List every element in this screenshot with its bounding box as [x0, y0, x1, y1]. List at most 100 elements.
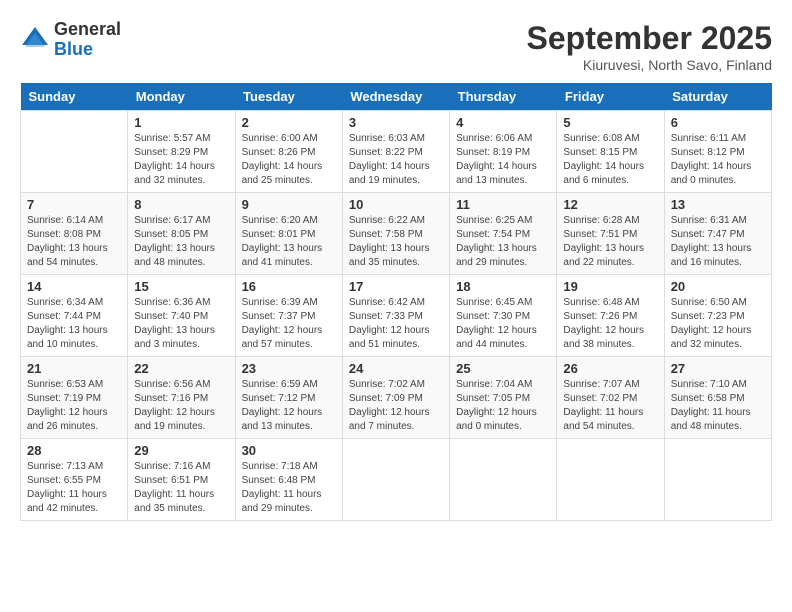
day-number: 5	[563, 115, 657, 130]
day-info: Sunrise: 6:00 AM Sunset: 8:26 PM Dayligh…	[242, 132, 336, 188]
day-info: Sunrise: 7:13 AM Sunset: 6:55 PM Dayligh…	[27, 460, 121, 516]
day-number: 29	[134, 443, 228, 458]
calendar-table: SundayMondayTuesdayWednesdayThursdayFrid…	[20, 83, 772, 521]
calendar-cell	[21, 111, 128, 193]
header: General Blue September 2025 Kiuruvesi, N…	[20, 20, 772, 73]
day-info: Sunrise: 6:25 AM Sunset: 7:54 PM Dayligh…	[456, 214, 550, 270]
calendar-week-row: 14 Sunrise: 6:34 AM Sunset: 7:44 PM Dayli…	[21, 275, 772, 357]
day-number: 26	[563, 361, 657, 376]
calendar-cell: 6 Sunrise: 6:11 AM Sunset: 8:12 PM Daylig…	[664, 111, 771, 193]
day-number: 4	[456, 115, 550, 130]
day-number: 20	[671, 279, 765, 294]
column-header-friday: Friday	[557, 83, 664, 111]
calendar-cell: 15 Sunrise: 6:36 AM Sunset: 7:40 PM Dayli…	[128, 275, 235, 357]
calendar-cell: 20 Sunrise: 6:50 AM Sunset: 7:23 PM Dayli…	[664, 275, 771, 357]
day-info: Sunrise: 7:18 AM Sunset: 6:48 PM Dayligh…	[242, 460, 336, 516]
day-info: Sunrise: 6:03 AM Sunset: 8:22 PM Dayligh…	[349, 132, 443, 188]
calendar-cell: 3 Sunrise: 6:03 AM Sunset: 8:22 PM Daylig…	[342, 111, 449, 193]
day-info: Sunrise: 6:28 AM Sunset: 7:51 PM Dayligh…	[563, 214, 657, 270]
day-info: Sunrise: 5:57 AM Sunset: 8:29 PM Dayligh…	[134, 132, 228, 188]
day-number: 27	[671, 361, 765, 376]
calendar-cell: 1 Sunrise: 5:57 AM Sunset: 8:29 PM Daylig…	[128, 111, 235, 193]
calendar-subtitle: Kiuruvesi, North Savo, Finland	[527, 57, 772, 73]
calendar-cell: 9 Sunrise: 6:20 AM Sunset: 8:01 PM Daylig…	[235, 193, 342, 275]
day-info: Sunrise: 6:39 AM Sunset: 7:37 PM Dayligh…	[242, 296, 336, 352]
day-info: Sunrise: 6:42 AM Sunset: 7:33 PM Dayligh…	[349, 296, 443, 352]
day-number: 23	[242, 361, 336, 376]
day-number: 10	[349, 197, 443, 212]
calendar-cell: 14 Sunrise: 6:34 AM Sunset: 7:44 PM Dayli…	[21, 275, 128, 357]
day-info: Sunrise: 6:20 AM Sunset: 8:01 PM Dayligh…	[242, 214, 336, 270]
calendar-cell: 2 Sunrise: 6:00 AM Sunset: 8:26 PM Daylig…	[235, 111, 342, 193]
day-info: Sunrise: 7:07 AM Sunset: 7:02 PM Dayligh…	[563, 378, 657, 434]
calendar-cell: 24 Sunrise: 7:02 AM Sunset: 7:09 PM Dayli…	[342, 357, 449, 439]
calendar-cell: 18 Sunrise: 6:45 AM Sunset: 7:30 PM Dayli…	[450, 275, 557, 357]
calendar-cell: 27Sunrise: 7:10 AM Sunset: 6:58 PM Dayli…	[664, 357, 771, 439]
calendar-cell: 7Sunrise: 6:14 AM Sunset: 8:08 PM Daylig…	[21, 193, 128, 275]
day-number: 21	[27, 361, 121, 376]
day-number: 12	[563, 197, 657, 212]
calendar-cell: 28 Sunrise: 7:13 AM Sunset: 6:55 PM Dayli…	[21, 439, 128, 521]
day-number: 28	[27, 443, 121, 458]
calendar-cell: 25 Sunrise: 7:04 AM Sunset: 7:05 PM Dayli…	[450, 357, 557, 439]
day-number: 8	[134, 197, 228, 212]
calendar-cell: 21 Sunrise: 6:53 AM Sunset: 7:19 PM Dayli…	[21, 357, 128, 439]
day-info: Sunrise: 7:16 AM Sunset: 6:51 PM Dayligh…	[134, 460, 228, 516]
calendar-cell: 10Sunrise: 6:22 AM Sunset: 7:58 PM Dayli…	[342, 193, 449, 275]
logo-icon	[20, 25, 50, 55]
day-info: Sunrise: 7:02 AM Sunset: 7:09 PM Dayligh…	[349, 378, 443, 434]
day-number: 2	[242, 115, 336, 130]
day-number: 6	[671, 115, 765, 130]
calendar-cell: 17 Sunrise: 6:42 AM Sunset: 7:33 PM Dayli…	[342, 275, 449, 357]
calendar-cell: 29 Sunrise: 7:16 AM Sunset: 6:51 PM Dayli…	[128, 439, 235, 521]
day-number: 19	[563, 279, 657, 294]
calendar-header-row: SundayMondayTuesdayWednesdayThursdayFrid…	[21, 83, 772, 111]
calendar-cell: 5 Sunrise: 6:08 AM Sunset: 8:15 PM Daylig…	[557, 111, 664, 193]
day-number: 18	[456, 279, 550, 294]
calendar-cell: 13Sunrise: 6:31 AM Sunset: 7:47 PM Dayli…	[664, 193, 771, 275]
day-number: 24	[349, 361, 443, 376]
day-info: Sunrise: 7:04 AM Sunset: 7:05 PM Dayligh…	[456, 378, 550, 434]
day-number: 17	[349, 279, 443, 294]
day-info: Sunrise: 6:48 AM Sunset: 7:26 PM Dayligh…	[563, 296, 657, 352]
day-info: Sunrise: 6:50 AM Sunset: 7:23 PM Dayligh…	[671, 296, 765, 352]
day-number: 25	[456, 361, 550, 376]
day-info: Sunrise: 6:36 AM Sunset: 7:40 PM Dayligh…	[134, 296, 228, 352]
day-number: 7	[27, 197, 121, 212]
day-number: 1	[134, 115, 228, 130]
day-info: Sunrise: 6:06 AM Sunset: 8:19 PM Dayligh…	[456, 132, 550, 188]
day-info: Sunrise: 6:56 AM Sunset: 7:16 PM Dayligh…	[134, 378, 228, 434]
calendar-cell: 26 Sunrise: 7:07 AM Sunset: 7:02 PM Dayli…	[557, 357, 664, 439]
calendar-title: September 2025	[527, 20, 772, 57]
calendar-week-row: 7Sunrise: 6:14 AM Sunset: 8:08 PM Daylig…	[21, 193, 772, 275]
column-header-sunday: Sunday	[21, 83, 128, 111]
calendar-cell	[664, 439, 771, 521]
day-number: 14	[27, 279, 121, 294]
day-info: Sunrise: 6:08 AM Sunset: 8:15 PM Dayligh…	[563, 132, 657, 188]
day-info: Sunrise: 6:11 AM Sunset: 8:12 PM Dayligh…	[671, 132, 765, 188]
day-number: 15	[134, 279, 228, 294]
calendar-cell: 11 Sunrise: 6:25 AM Sunset: 7:54 PM Dayli…	[450, 193, 557, 275]
calendar-week-row: 21 Sunrise: 6:53 AM Sunset: 7:19 PM Dayli…	[21, 357, 772, 439]
logo-blue-text: Blue	[54, 40, 121, 60]
day-number: 11	[456, 197, 550, 212]
day-info: Sunrise: 6:53 AM Sunset: 7:19 PM Dayligh…	[27, 378, 121, 434]
calendar-cell	[450, 439, 557, 521]
title-area: September 2025 Kiuruvesi, North Savo, Fi…	[527, 20, 772, 73]
day-info: Sunrise: 6:45 AM Sunset: 7:30 PM Dayligh…	[456, 296, 550, 352]
column-header-thursday: Thursday	[450, 83, 557, 111]
day-number: 30	[242, 443, 336, 458]
logo: General Blue	[20, 20, 121, 60]
calendar-week-row: 28 Sunrise: 7:13 AM Sunset: 6:55 PM Dayli…	[21, 439, 772, 521]
day-number: 9	[242, 197, 336, 212]
day-number: 3	[349, 115, 443, 130]
day-info: Sunrise: 6:17 AM Sunset: 8:05 PM Dayligh…	[134, 214, 228, 270]
day-info: Sunrise: 6:59 AM Sunset: 7:12 PM Dayligh…	[242, 378, 336, 434]
day-info: Sunrise: 6:34 AM Sunset: 7:44 PM Dayligh…	[27, 296, 121, 352]
calendar-cell: 8 Sunrise: 6:17 AM Sunset: 8:05 PM Daylig…	[128, 193, 235, 275]
calendar-cell: 4 Sunrise: 6:06 AM Sunset: 8:19 PM Daylig…	[450, 111, 557, 193]
calendar-cell: 12 Sunrise: 6:28 AM Sunset: 7:51 PM Dayli…	[557, 193, 664, 275]
calendar-cell	[342, 439, 449, 521]
column-header-wednesday: Wednesday	[342, 83, 449, 111]
calendar-cell: 22Sunrise: 6:56 AM Sunset: 7:16 PM Dayli…	[128, 357, 235, 439]
